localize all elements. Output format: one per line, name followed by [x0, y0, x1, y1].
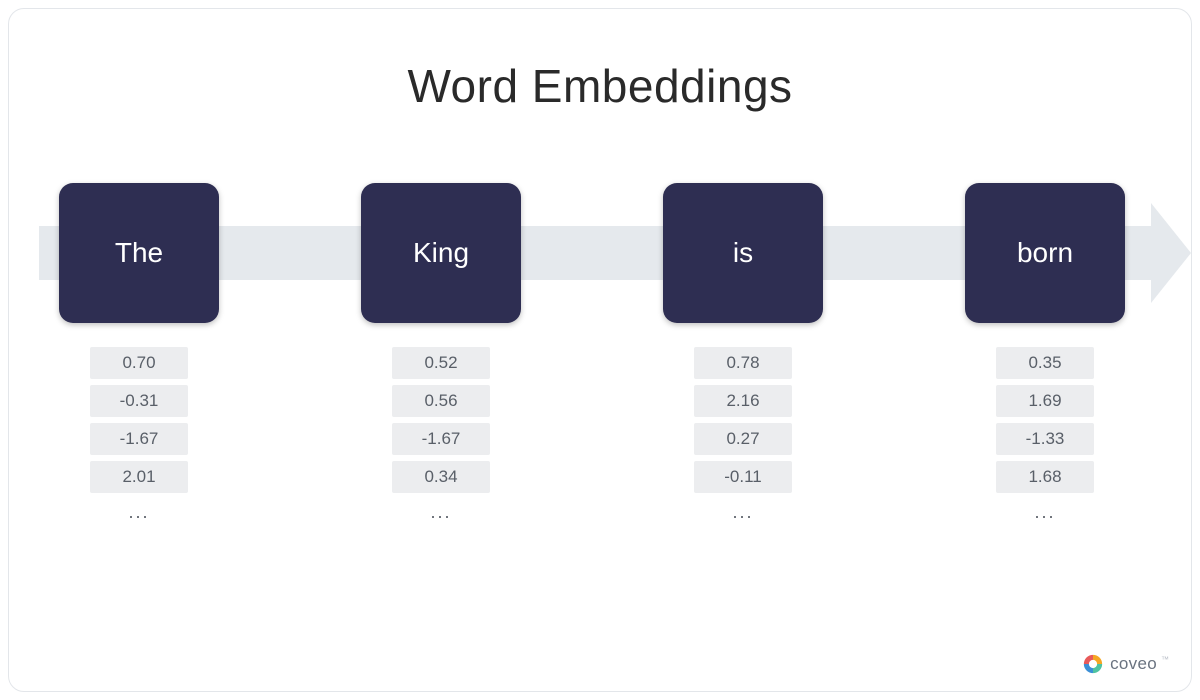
- vector-cell: -1.67: [90, 423, 188, 455]
- vector-column: 0.78 2.16 0.27 -0.11 ...: [663, 323, 823, 525]
- vector-column: 0.70 -0.31 -1.67 2.01 ...: [59, 323, 219, 525]
- word-column: The: [59, 183, 219, 323]
- vector-cell: 2.16: [694, 385, 792, 417]
- vector-cell: 1.68: [996, 461, 1094, 493]
- brand-name: coveo: [1110, 654, 1157, 674]
- word-box-is: is: [663, 183, 823, 323]
- vector-cell: -0.11: [694, 461, 792, 493]
- ellipsis: ...: [1034, 499, 1055, 525]
- vector-column: 0.52 0.56 -1.67 0.34 ...: [361, 323, 521, 525]
- coveo-logo-icon: [1082, 653, 1104, 675]
- word-box-the: The: [59, 183, 219, 323]
- diagram-title: Word Embeddings: [9, 59, 1191, 113]
- vector-cell: 1.69: [996, 385, 1094, 417]
- vector-cell: 0.34: [392, 461, 490, 493]
- vector-cell: -0.31: [90, 385, 188, 417]
- vector-cell: 0.70: [90, 347, 188, 379]
- vector-column: 0.35 1.69 -1.33 1.68 ...: [965, 323, 1125, 525]
- ellipsis: ...: [732, 499, 753, 525]
- trademark-symbol: ™: [1161, 655, 1169, 664]
- vector-cell: -1.67: [392, 423, 490, 455]
- ellipsis: ...: [430, 499, 451, 525]
- vector-columns: 0.70 -0.31 -1.67 2.01 ... 0.52 0.56 -1.6…: [9, 323, 1191, 525]
- vector-cell: 0.27: [694, 423, 792, 455]
- vector-cell: 0.35: [996, 347, 1094, 379]
- brand-logo: coveo ™: [1082, 653, 1169, 675]
- sequence-arrow: The King is born: [9, 183, 1191, 323]
- content-row: The King is born 0.70 -0.31 -1.67: [9, 183, 1191, 525]
- embedding-vector: 0.35 1.69 -1.33 1.68 ...: [996, 347, 1094, 525]
- embedding-vector: 0.52 0.56 -1.67 0.34 ...: [392, 347, 490, 525]
- vector-cell: 2.01: [90, 461, 188, 493]
- embedding-vector: 0.78 2.16 0.27 -0.11 ...: [694, 347, 792, 525]
- vector-cell: 0.52: [392, 347, 490, 379]
- word-box-born: born: [965, 183, 1125, 323]
- word-column: King: [361, 183, 521, 323]
- word-boxes-row: The King is born: [9, 183, 1191, 323]
- vector-cell: 0.56: [392, 385, 490, 417]
- word-column: born: [965, 183, 1125, 323]
- vector-cell: 0.78: [694, 347, 792, 379]
- embedding-vector: 0.70 -0.31 -1.67 2.01 ...: [90, 347, 188, 525]
- vector-cell: -1.33: [996, 423, 1094, 455]
- diagram-card: Word Embeddings The King is born: [8, 8, 1192, 692]
- word-box-king: King: [361, 183, 521, 323]
- ellipsis: ...: [128, 499, 149, 525]
- word-column: is: [663, 183, 823, 323]
